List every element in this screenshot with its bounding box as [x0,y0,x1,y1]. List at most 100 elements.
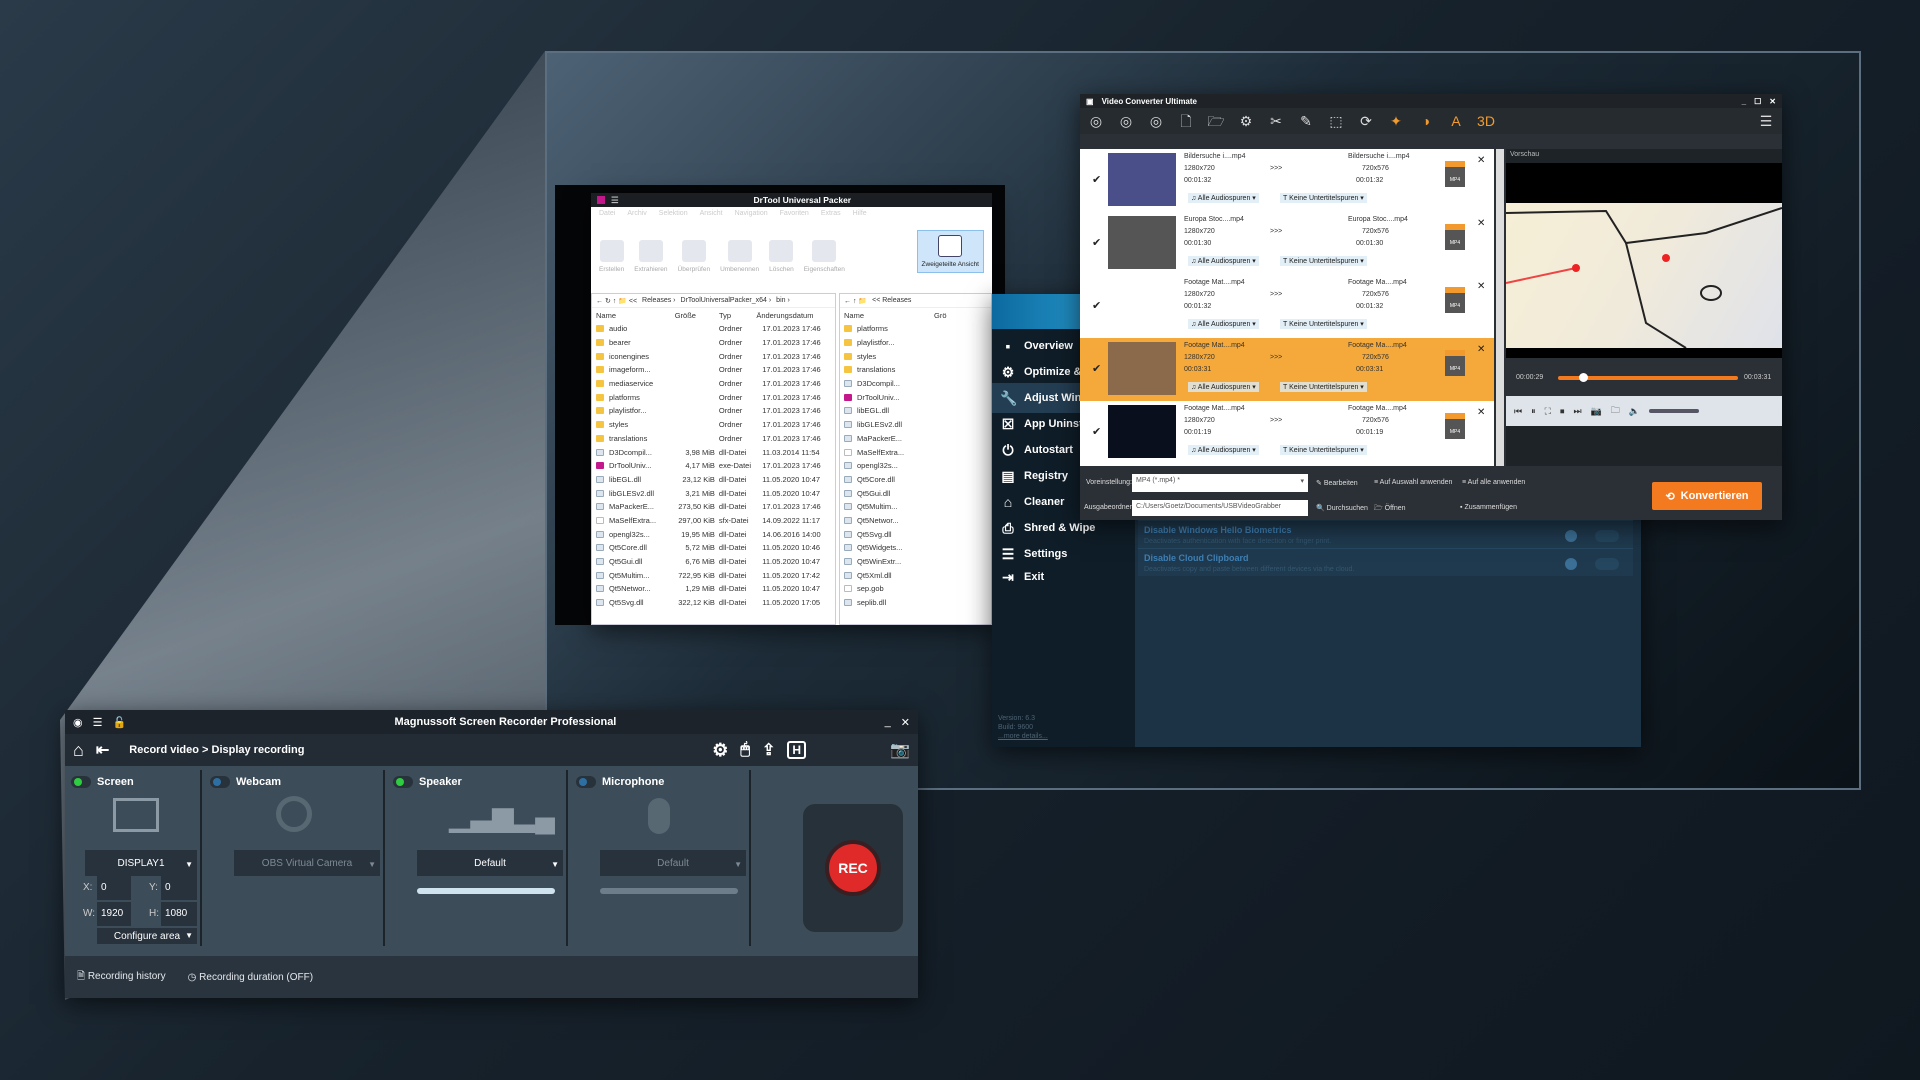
audio-select[interactable]: ♫ Alle Audiospuren ▾ [1188,319,1259,329]
frame-icon[interactable]: ⛶ [1545,406,1551,417]
file-row[interactable]: platforms [840,322,991,336]
y-input[interactable]: 0 [161,876,197,900]
ribbon-button[interactable]: Eigenschaften [804,240,845,273]
display-select[interactable]: DISPLAY1▼ [85,850,197,876]
record-button[interactable]: REC [825,840,881,896]
speaker-select[interactable]: Default▼ [417,850,563,876]
close-button[interactable]: ✕ [1769,97,1776,106]
configure-area-button[interactable]: Configure area▼ [97,928,197,944]
column-header[interactable]: Größe [675,311,719,320]
speaker-toggle[interactable] [393,776,413,788]
close-button[interactable]: ✕ [901,716,910,729]
info-icon[interactable] [1565,558,1577,570]
file-row[interactable]: D3Dcompil...3,98 MiBdll-Datei11.03.2014 … [592,445,835,459]
settings-icon[interactable]: ⚙ [1236,112,1256,130]
audio-select[interactable]: ♫ Alle Audiospuren ▾ [1188,445,1259,455]
recording-duration-button[interactable]: ◷ Recording duration (OFF) [188,972,313,983]
menu-icon[interactable]: ☰ [93,716,103,729]
file-row[interactable]: libEGL.dll23,12 KiBdll-Datei11.05.2020 1… [592,473,835,487]
subtitle-select[interactable]: T Keine Untertitelspuren ▾ [1280,382,1367,392]
progress-slider[interactable] [1558,376,1738,380]
video-item[interactable]: ✔Footage Mat....mp41280x72000:01:19>>>Fo… [1080,401,1494,464]
checkbox[interactable]: ✔ [1092,173,1101,186]
volume-slider[interactable] [1649,409,1699,413]
file-row[interactable]: libGLESv2.dll3,21 MiBdll-Datei11.05.2020… [592,486,835,500]
add-folder-icon[interactable]: 🗁 [1206,112,1226,130]
file-row[interactable]: Qt5Networ... [840,514,991,528]
ribbon-button[interactable]: Löschen [769,240,794,273]
add-file-icon[interactable]: 🗋 [1176,112,1196,130]
mouse-icon[interactable]: 🖱 [740,741,750,759]
file-row[interactable]: translationsOrdner17.01.2023 17:46 [592,432,835,446]
mp4-format-icon[interactable]: MP4 [1445,287,1465,313]
output-folder-input[interactable]: C:/Users/Goetz/Documents/USBVideoGrabber [1132,500,1308,516]
file-row[interactable]: stylesOrdner17.01.2023 17:46 [592,418,835,432]
menu-icon[interactable]: ☰ [611,195,619,206]
file-row[interactable]: playlistfor... [840,336,991,350]
menu-item[interactable]: Archiv [627,210,646,217]
file-row[interactable]: imageform...Ordner17.01.2023 17:46 [592,363,835,377]
minimize-button[interactable]: _ [1742,97,1746,106]
home-icon[interactable]: ⌂ [73,740,84,761]
folder-icon[interactable]: 🗀 [1611,403,1620,419]
checkbox[interactable]: ✔ [1092,425,1101,438]
add-ifo-icon[interactable]: ◎ [1146,112,1166,130]
recording-history-button[interactable]: 🗎 Recording history [77,969,166,986]
menu-item[interactable]: Datei [599,210,615,217]
file-row[interactable]: Qt5Svg.dll322,12 KiBdll-Datei11.05.2020 … [592,596,835,610]
file-row[interactable]: sep.gob [840,582,991,596]
column-header[interactable]: Name [844,311,934,320]
contrast-icon[interactable]: ◑ [1416,112,1436,130]
file-row[interactable]: Qt5Core.dll5,72 MiBdll-Datei11.05.2020 1… [592,541,835,555]
file-row[interactable]: Qt5Xml.dll [840,568,991,582]
checkbox[interactable]: ✔ [1092,236,1101,249]
hamburger-menu-icon[interactable]: ☰ [1756,112,1776,130]
file-row[interactable]: Qt5Core.dll [840,473,991,487]
maximize-button[interactable]: ☐ [1754,97,1761,106]
ribbon-button[interactable]: Umbenennen [720,240,759,273]
file-row[interactable]: iconenginesOrdner17.01.2023 17:46 [592,349,835,363]
edit-button[interactable]: ✎ Bearbeiten [1316,479,1358,487]
back-icon[interactable]: ⇤ [96,740,109,760]
subtitle-select[interactable]: T Keine Untertitelspuren ▾ [1280,319,1367,329]
crop-icon[interactable]: ⬚ [1326,112,1346,130]
previous-icon[interactable]: ⏮ [1514,406,1522,417]
sidebar-item-exit[interactable]: ⇥Exit [992,562,1135,592]
next-icon[interactable]: ⏭ [1573,406,1581,417]
audio-select[interactable]: ♫ Alle Audiospuren ▾ [1188,382,1259,392]
subtitle-select[interactable]: T Keine Untertitelspuren ▾ [1280,256,1367,266]
watermark-text-icon[interactable]: A [1446,112,1466,130]
3d-icon[interactable]: 3D [1476,112,1496,130]
file-row[interactable]: opengl32s...19,95 MiBdll-Datei14.06.2016… [592,527,835,541]
file-row[interactable]: libGLESv2.dll [840,418,991,432]
file-row[interactable]: Qt5Gui.dll [840,486,991,500]
breadcrumb-item[interactable]: DrToolUniversalPacker_x64 › [681,297,772,304]
webcam-toggle[interactable] [210,776,230,788]
hotkey-icon[interactable]: H [787,741,806,759]
file-row[interactable]: Qt5Networ...1,29 MiBdll-Datei11.05.2020 … [592,582,835,596]
menu-item[interactable]: Hilfe [853,210,867,217]
file-row[interactable]: bearerOrdner17.01.2023 17:46 [592,336,835,350]
split-view-button[interactable]: Zweigeteilte Ansicht [917,230,984,273]
minimize-button[interactable]: _ [885,716,891,728]
video-item[interactable]: ✔Bildersuche i....mp41280x72000:01:32>>>… [1080,149,1494,212]
file-row[interactable]: platformsOrdner17.01.2023 17:46 [592,390,835,404]
volume-icon[interactable]: 🔈 [1629,406,1640,417]
address-bar-right[interactable]: ← ↑ 📁<< Releases [840,294,991,308]
ribbon-button[interactable]: Extrahieren [634,240,667,273]
mp4-format-icon[interactable]: MP4 [1445,413,1465,439]
column-header[interactable]: Änderungsdatum [756,311,835,320]
file-row[interactable]: DrToolUniv...4,17 MiBexe-Datei17.01.2023… [592,459,835,473]
file-row[interactable]: opengl32s... [840,459,991,473]
checkbox[interactable]: ✔ [1092,299,1101,312]
menu-item[interactable]: Ansicht [700,210,723,217]
preset-select[interactable]: MP4 (*.mp4) *▾ [1132,474,1308,492]
file-row[interactable]: Qt5Gui.dll6,76 MiBdll-Datei11.05.2020 10… [592,555,835,569]
gear-icon[interactable]: ⚙ [712,740,728,761]
video-item[interactable]: ✔Footage Mat....mp41280x72000:03:31>>>Fo… [1080,338,1494,401]
address-bar[interactable]: ← ↻ ↑ 📁 <<Releases ›DrToolUniversalPacke… [592,294,835,308]
remove-icon[interactable]: ✕ [1477,407,1485,418]
cut-icon[interactable]: ✂ [1266,112,1286,130]
file-row[interactable]: Qt5Svg.dll [840,527,991,541]
file-row[interactable]: libEGL.dll [840,404,991,418]
